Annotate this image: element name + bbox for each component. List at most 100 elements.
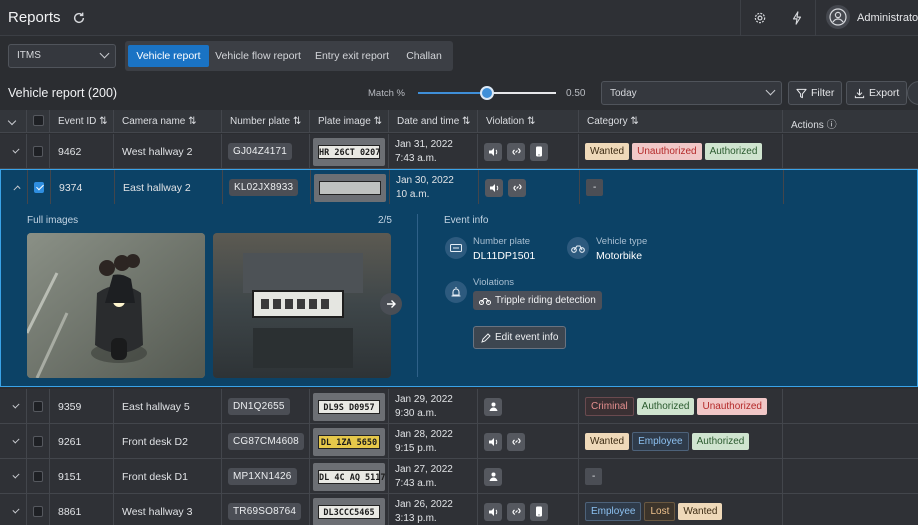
actions-cell[interactable] bbox=[782, 134, 918, 169]
speaker-icon[interactable] bbox=[485, 178, 503, 197]
refresh-icon[interactable] bbox=[72, 11, 86, 25]
plate-image-blur bbox=[319, 180, 381, 195]
speaker-icon[interactable] bbox=[484, 432, 502, 451]
row-expand-toggle[interactable] bbox=[0, 459, 26, 494]
export-button[interactable]: Export bbox=[846, 81, 908, 105]
speaker-icon[interactable] bbox=[484, 502, 502, 521]
sort-icon[interactable]: ⇅ bbox=[527, 116, 535, 127]
plate-image[interactable]: DL9S D0957 bbox=[313, 392, 385, 421]
col-camera-name[interactable]: Camera name ⇅ bbox=[113, 110, 221, 133]
link-icon[interactable] bbox=[507, 432, 525, 451]
plate-image[interactable]: DL3CCC5465 bbox=[313, 497, 385, 525]
row-checkbox[interactable] bbox=[34, 182, 44, 193]
col-number-plate[interactable]: Number plate ⇅ bbox=[221, 110, 309, 133]
number-plate-badge: KL02JX8933 bbox=[229, 179, 299, 196]
event-time: 9:30 a.m. bbox=[395, 407, 437, 419]
user-name[interactable]: Administrator bbox=[857, 12, 918, 24]
table-row[interactable]: 9261 Front desk D2 CG87CM4608 DL 1ZA 5650 Ja… bbox=[0, 424, 918, 459]
table-row[interactable]: 9359 East hallway 5 DN1Q2655 DL9S D0957 Jan … bbox=[0, 389, 918, 424]
match-slider-fill bbox=[418, 92, 487, 94]
table-row[interactable]: 9151 Front desk D1 MP1XN1426 DL 4C AQ 5117 J… bbox=[0, 459, 918, 494]
table-row[interactable]: 9374 East hallway 2 KL02JX8933 Jan 30, 2022… bbox=[0, 169, 918, 205]
plate-image[interactable] bbox=[314, 173, 386, 202]
tab-entry-exit-report[interactable]: Entry exit report bbox=[314, 45, 390, 67]
system-select[interactable]: ITMS bbox=[8, 44, 116, 68]
actions-cell[interactable] bbox=[782, 424, 918, 459]
tab-vehicle-flow-report[interactable]: Vehicle flow report bbox=[214, 45, 302, 67]
event-date: Jan 28, 2022 bbox=[395, 428, 453, 440]
select-all-cell[interactable] bbox=[26, 110, 50, 133]
next-image-button[interactable] bbox=[380, 293, 402, 315]
row-select-cell[interactable] bbox=[26, 134, 49, 169]
camera-name-cell: East hallway 2 bbox=[114, 170, 222, 205]
edit-event-info-button[interactable]: Edit event info bbox=[473, 326, 567, 349]
full-image-plate-closeup[interactable] bbox=[213, 233, 391, 378]
date-range-select[interactable]: Today bbox=[601, 81, 782, 105]
full-image-riders[interactable] bbox=[27, 233, 205, 378]
plate-image-text: DL3CCC5465 bbox=[318, 504, 380, 519]
sort-icon[interactable]: ⇅ bbox=[188, 116, 196, 127]
table-row[interactable]: 9462 West hallway 2 GJ04Z4171 HR 26CT 0207 J… bbox=[0, 134, 918, 169]
actions-cell[interactable] bbox=[783, 170, 918, 205]
row-checkbox[interactable] bbox=[33, 506, 43, 517]
row-expand-toggle[interactable] bbox=[0, 389, 26, 424]
col-plate-image[interactable]: Plate image ⇅ bbox=[309, 110, 388, 133]
actions-cell[interactable] bbox=[782, 459, 918, 494]
select-all-checkbox[interactable] bbox=[33, 115, 44, 126]
row-checkbox[interactable] bbox=[33, 401, 43, 412]
row-checkbox[interactable] bbox=[33, 436, 43, 447]
gear-icon bbox=[754, 12, 766, 24]
sort-icon[interactable]: ⇅ bbox=[462, 116, 470, 127]
table-row[interactable]: 8861 West hallway 3 TR69SO8764 DL3CCC5465 Ja… bbox=[0, 494, 918, 525]
avatar[interactable] bbox=[826, 5, 850, 29]
row-expand-toggle[interactable] bbox=[1, 170, 27, 205]
col-violation[interactable]: Violation ⇅ bbox=[477, 110, 578, 133]
actions-cell[interactable] bbox=[782, 494, 918, 525]
expand-all-toggle[interactable] bbox=[0, 110, 26, 133]
plate-image[interactable]: HR 26CT 0207 bbox=[313, 137, 385, 166]
sort-icon[interactable]: ⇅ bbox=[99, 116, 107, 127]
filter-button[interactable]: Filter bbox=[788, 81, 843, 105]
row-select-cell[interactable] bbox=[26, 389, 49, 424]
row-checkbox[interactable] bbox=[33, 471, 43, 482]
sort-icon[interactable]: ⇅ bbox=[630, 116, 638, 127]
event-time: 3:13 p.m. bbox=[395, 512, 437, 524]
plate-image[interactable]: DL 1ZA 5650 bbox=[313, 427, 385, 456]
event-time: 9:15 p.m. bbox=[395, 442, 437, 454]
actions-cell[interactable] bbox=[782, 389, 918, 424]
row-select-cell[interactable] bbox=[26, 459, 49, 494]
tab-vehicle-report[interactable]: Vehicle report bbox=[128, 45, 209, 67]
settings-button[interactable] bbox=[747, 6, 773, 30]
match-slider-handle[interactable] bbox=[480, 86, 494, 100]
tab-challan[interactable]: Challan bbox=[401, 45, 447, 67]
info-icon[interactable]: ⓘ bbox=[827, 120, 837, 131]
category-cell: - bbox=[579, 170, 783, 205]
col-category[interactable]: Category ⇅ bbox=[578, 110, 782, 133]
number-plate-cell: KL02JX8933 bbox=[222, 170, 310, 205]
quick-actions-button[interactable] bbox=[784, 6, 810, 30]
person-icon[interactable] bbox=[484, 397, 502, 416]
phone-icon[interactable] bbox=[530, 142, 548, 161]
row-checkbox[interactable] bbox=[33, 146, 43, 157]
speaker-icon[interactable] bbox=[484, 142, 502, 161]
category-tag: Employee bbox=[632, 432, 689, 451]
link-icon[interactable] bbox=[507, 502, 525, 521]
col-date-time[interactable]: Date and time ⇅ bbox=[388, 110, 477, 133]
col-event-id[interactable]: Event ID ⇅ bbox=[49, 110, 113, 133]
camera-name: West hallway 3 bbox=[122, 505, 193, 518]
sort-icon[interactable]: ⇅ bbox=[293, 116, 301, 127]
row-select-cell[interactable] bbox=[26, 424, 49, 459]
row-expand-toggle[interactable] bbox=[0, 494, 26, 525]
col-label: Plate image bbox=[318, 116, 371, 127]
phone-icon[interactable] bbox=[530, 502, 548, 521]
sort-icon[interactable]: ⇅ bbox=[374, 116, 382, 127]
row-select-cell[interactable] bbox=[27, 170, 50, 205]
row-expand-toggle[interactable] bbox=[0, 424, 26, 459]
link-icon[interactable] bbox=[508, 178, 526, 197]
plate-image[interactable]: DL 4C AQ 5117 bbox=[313, 462, 385, 491]
link-icon[interactable] bbox=[507, 142, 525, 161]
row-select-cell[interactable] bbox=[26, 494, 49, 525]
row-expand-toggle[interactable] bbox=[0, 134, 26, 169]
person-icon[interactable] bbox=[484, 467, 502, 486]
alarm-icon bbox=[445, 281, 467, 303]
